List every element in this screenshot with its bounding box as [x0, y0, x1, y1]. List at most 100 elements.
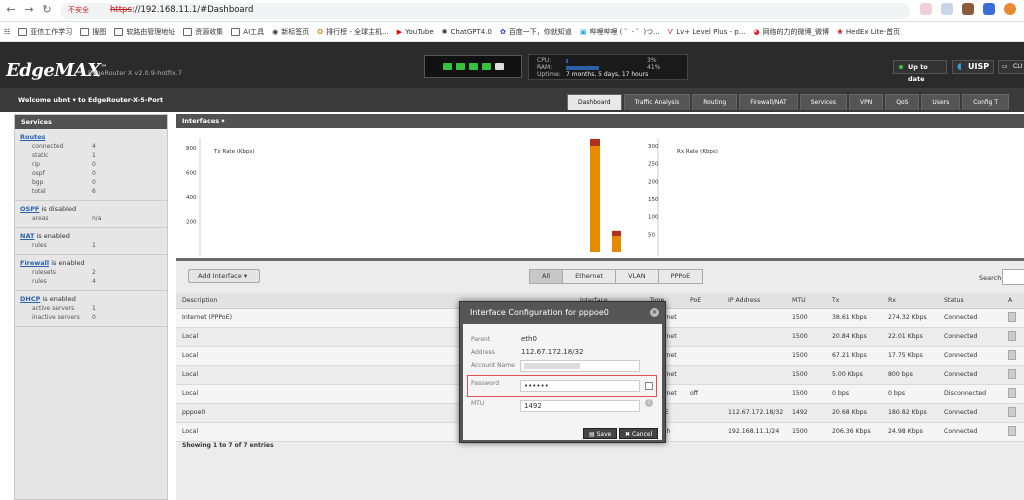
row-actions-button[interactable]: [1008, 368, 1016, 379]
x-icon: ✖: [625, 431, 632, 438]
col-rx[interactable]: Rx: [882, 293, 938, 309]
filter-pppoe[interactable]: PPPoE: [657, 269, 704, 284]
password-input[interactable]: ••••••: [520, 380, 640, 392]
filter-vlan[interactable]: VLAN: [615, 269, 659, 284]
col-tx[interactable]: Tx: [826, 293, 882, 309]
bookmark-item[interactable]: ❀ HedEx Lite-首页: [837, 27, 900, 37]
tab-qos[interactable]: QoS: [885, 94, 920, 110]
cli-button[interactable]: ▭ CLI: [998, 60, 1024, 74]
ram-bar: [566, 66, 599, 70]
profile-icon[interactable]: [1004, 3, 1016, 15]
row-actions: [1002, 365, 1024, 385]
add-interface-button[interactable]: Add Interface ▾: [188, 269, 260, 283]
routes-link[interactable]: Routes: [20, 133, 45, 141]
col-mtu[interactable]: MTU: [786, 293, 826, 309]
extension-icon[interactable]: [941, 3, 953, 15]
security-warning[interactable]: 不安全: [68, 5, 89, 15]
bookmark-item[interactable]: 亚信工作学习: [18, 27, 72, 37]
interfaces-dropdown[interactable]: Interfaces ▾: [176, 114, 1024, 128]
col-ip-address[interactable]: IP Address: [722, 293, 786, 309]
tab-services[interactable]: Services: [799, 94, 847, 110]
ospf-section: OSPF is disabled areas n/a: [15, 201, 167, 228]
row-actions-button[interactable]: [1008, 311, 1016, 322]
bookmark-item[interactable]: ◕ 网络的力的微博_微博: [753, 27, 829, 37]
welcome-user-menu[interactable]: Welcome ubnt ▾ to EdgeRouter-X-5-Port: [18, 96, 163, 104]
folder-icon: [80, 27, 90, 36]
bookmark-item[interactable]: Ѵ Lv+ Level Plus - p...: [668, 28, 746, 36]
tab-firewall-nat[interactable]: Firewall/NAT: [739, 94, 798, 110]
row-actions-button[interactable]: [1008, 425, 1016, 436]
back-icon[interactable]: ←: [4, 3, 18, 17]
dhcp-link[interactable]: DHCP: [20, 295, 40, 303]
url-input[interactable]: 不安全 https://192.168.11.1/#Dashboard: [60, 3, 910, 19]
info-icon[interactable]: i: [645, 399, 653, 407]
rx-bar: [612, 230, 621, 237]
ram-label: RAM:: [537, 64, 553, 71]
bookmark-item[interactable]: ▶ YouTube: [397, 28, 434, 36]
row-actions-button[interactable]: [1008, 387, 1016, 398]
row-actions-button[interactable]: [1008, 349, 1016, 360]
route-row: total 6: [32, 188, 96, 195]
bookmark-item[interactable]: 搜图: [80, 27, 106, 37]
tab-routing[interactable]: Routing: [692, 94, 738, 110]
tab-bar: Dashboard Traffic Analysis Routing Firew…: [567, 94, 1010, 110]
bookmark-item[interactable]: ✺ ChatGPT4.0: [442, 28, 492, 36]
table-cell: 180.82 Kbps: [882, 403, 938, 423]
table-cell: [722, 346, 786, 366]
row-actions-button[interactable]: [1008, 406, 1016, 417]
address-value: 112.67.172.18/32: [521, 348, 584, 356]
extension-icon[interactable]: [920, 3, 932, 15]
folder-icon: [114, 27, 124, 36]
save-button[interactable]: ▤ Save: [583, 428, 618, 439]
reload-icon[interactable]: ↻: [40, 3, 54, 17]
row-actions-button[interactable]: [1008, 330, 1016, 341]
bookmark-item[interactable]: ✪ 排行榜 - 全球主机...: [317, 27, 389, 37]
nat-link[interactable]: NAT: [20, 232, 34, 240]
rate-charts: 800 600 400 200 Tx Rate (Kbps) 300 250 200 150 10…: [176, 128, 1024, 260]
tab-vpn[interactable]: VPN: [849, 94, 884, 110]
port-led-icon: [455, 63, 465, 70]
uisp-button[interactable]: ◖ UISP: [952, 60, 994, 74]
rx-tick-label: 50: [648, 232, 655, 238]
col-poe[interactable]: PoE: [684, 293, 722, 309]
bookmark-item[interactable]: ✿ 百度一下，你就知道: [500, 27, 572, 37]
ospf-link[interactable]: OSPF: [20, 205, 39, 213]
search-input[interactable]: [1002, 269, 1024, 285]
show-password-checkbox[interactable]: [645, 382, 653, 390]
table-cell: 1500: [786, 384, 826, 404]
bookmark-item[interactable]: ▣ 哔哩哔哩 ( ゜- ゜)つ...: [580, 27, 660, 37]
extension-icon[interactable]: [962, 3, 974, 15]
bookmark-item[interactable]: AI工具: [231, 27, 264, 37]
services-title: Services: [15, 115, 167, 129]
extension-icon[interactable]: [983, 3, 995, 15]
close-icon[interactable]: ✕: [650, 308, 659, 317]
table-cell: 112.67.172.18/32: [722, 403, 786, 423]
weibo-icon: ◕: [753, 27, 760, 36]
tab-traffic-analysis[interactable]: Traffic Analysis: [623, 94, 691, 110]
route-row: rip 0: [32, 161, 96, 168]
account-name-input[interactable]: [520, 360, 640, 372]
filter-all[interactable]: All: [529, 269, 564, 284]
bookmark-item[interactable]: ◉ 新标签页: [272, 27, 309, 37]
table-cell: 1500: [786, 346, 826, 366]
tab-dashboard[interactable]: Dashboard: [567, 94, 622, 110]
cpu-label: CPU:: [537, 57, 552, 64]
bookmark-item[interactable]: 资源收集: [183, 27, 223, 37]
forward-icon[interactable]: →: [22, 3, 36, 17]
firewall-link[interactable]: Firewall: [20, 259, 49, 267]
apps-icon[interactable]: ☷: [4, 28, 10, 36]
table-cell: 67.21 Kbps: [826, 346, 882, 366]
bookmark-item[interactable]: 软路由管理地址: [114, 27, 175, 37]
table-cell: 800 bps: [882, 365, 938, 385]
table-cell: 0 bps: [882, 384, 938, 404]
url-path: ://192.168.11.1/#Dashboard: [131, 5, 254, 15]
tab-config-tree[interactable]: Config T: [962, 94, 1010, 110]
tx-tick-label: 600: [186, 171, 197, 177]
col-status[interactable]: Status: [938, 293, 1002, 309]
filter-ethernet[interactable]: Ethernet: [562, 269, 617, 284]
disk-icon: ▤: [589, 431, 597, 438]
tab-users[interactable]: Users: [921, 94, 961, 110]
update-status-button[interactable]: Up to date: [893, 60, 947, 83]
cancel-button[interactable]: ✖ Cancel: [619, 428, 659, 439]
mtu-input[interactable]: 1492: [520, 400, 640, 412]
